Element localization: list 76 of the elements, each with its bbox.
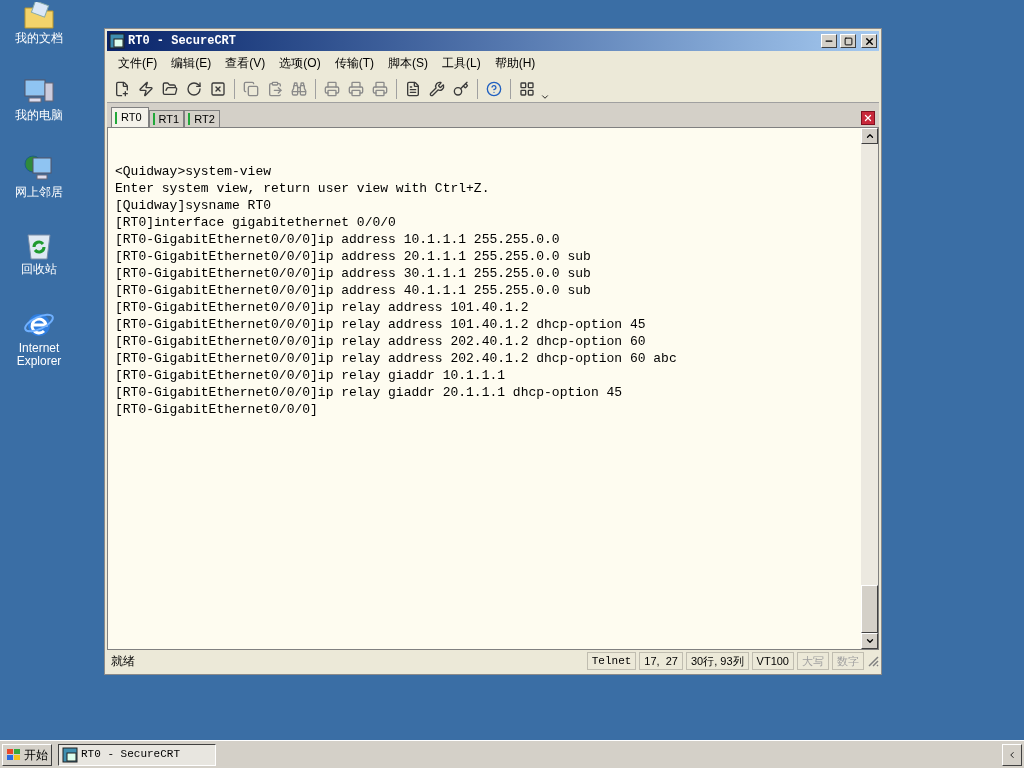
close-tab-button[interactable] xyxy=(861,111,875,125)
refresh-icon xyxy=(186,80,202,97)
key-icon xyxy=(453,80,469,97)
start-button[interactable]: 开始 xyxy=(2,743,52,766)
printer-icon xyxy=(372,80,388,97)
scroll-up-icon[interactable] xyxy=(864,131,875,141)
terminal-line: [RT0-GigabitEthernet0/0/0]ip address 20.1.1.1 255.255.0.0 sub xyxy=(115,248,592,265)
status-field: VT100 xyxy=(751,652,794,670)
vertical-scrollbar[interactable] xyxy=(861,128,878,649)
chevron-icon xyxy=(1007,749,1017,760)
new-file-icon xyxy=(114,80,130,97)
binoculars-icon xyxy=(291,80,307,97)
terminal-line: [RT0-GigabitEthernet0/0/0]ip relay giaddr 20.1.1.1 dhcp-option 45 xyxy=(115,384,624,401)
menu-item[interactable]: 编辑(E) xyxy=(166,54,217,72)
help-icon xyxy=(486,80,502,97)
status-message: 就绪 xyxy=(111,653,136,670)
scroll-down-icon[interactable] xyxy=(864,636,875,646)
grid-icon xyxy=(519,80,535,97)
terminal-line: [RT0-GigabitEthernet0/0/0]ip address 30.1.1.1 255.255.0.0 sub xyxy=(115,265,592,282)
terminal-line: [Quidway]sysname RT0 xyxy=(115,197,273,214)
window-icon xyxy=(109,33,125,49)
terminal-line: [RT0-GigabitEthernet0/0/0] xyxy=(115,401,319,418)
folder-icon xyxy=(23,2,55,30)
close-icon xyxy=(210,80,226,97)
maximize-icon xyxy=(843,36,853,46)
status-field: 17, 27 xyxy=(639,652,683,670)
session-tab[interactable]: RT0 xyxy=(111,107,149,127)
desktop-icon-label[interactable]: 我的电脑 xyxy=(7,109,71,122)
copy-icon xyxy=(243,80,259,97)
status-field: 30行, 93列 xyxy=(686,652,749,670)
terminal-line: <Quidway>system-view xyxy=(115,163,273,180)
terminal-line: [RT0-GigabitEthernet0/0/0]ip address 40.1.1.1 255.255.0.0 sub xyxy=(115,282,592,299)
recycle-bin-icon xyxy=(25,231,53,261)
terminal-line: [RT0-GigabitEthernet0/0/0]ip relay address 101.40.1.2 dhcp-option 45 xyxy=(115,316,647,333)
printer-icon xyxy=(348,80,364,97)
window-icon xyxy=(62,746,78,763)
wrench-icon xyxy=(429,80,445,97)
windows-logo-icon xyxy=(6,747,22,762)
status-field: Telnet xyxy=(586,652,637,670)
status-field: 大写 xyxy=(797,652,829,670)
desktop-icon-label[interactable]: 网上邻居 xyxy=(7,186,71,199)
terminal-line: [RT0-GigabitEthernet0/0/0]ip relay address 101.40.1.2 xyxy=(115,299,530,316)
close-icon xyxy=(863,113,873,123)
desktop-icon-label[interactable]: Internet Explorer xyxy=(7,342,71,368)
terminal-line: [RT0-GigabitEthernet0/0/0]ip relay address 202.40.1.2 dhcp-option 60 abc xyxy=(115,350,678,367)
terminal-line: [RT0]interface gigabitethernet 0/0/0 xyxy=(115,214,397,231)
maximize-button[interactable] xyxy=(840,34,856,48)
desktop-icon-label[interactable]: 回收站 xyxy=(7,263,71,276)
session-tab[interactable]: RT1 xyxy=(148,110,185,127)
resize-grip-icon[interactable] xyxy=(867,655,879,667)
menu-item[interactable]: 工具(L) xyxy=(437,54,486,72)
window-title: RT0 - SecureCRT xyxy=(128,33,237,50)
terminal-line: [RT0-GigabitEthernet0/0/0]ip relay giaddr 10.1.1.1 xyxy=(115,367,507,384)
terminal-line: [RT0-GigabitEthernet0/0/0]ip relay address 202.40.1.2 dhcp-option 60 xyxy=(115,333,647,350)
session-tab[interactable]: RT2 xyxy=(184,110,220,127)
printer-icon xyxy=(324,80,340,97)
menu-item[interactable]: 脚本(S) xyxy=(383,54,433,72)
minimize-button[interactable] xyxy=(821,34,837,48)
folder-icon xyxy=(162,80,178,97)
status-field: 数字 xyxy=(832,652,864,670)
menu-item[interactable]: 查看(V) xyxy=(220,54,271,72)
scroll-thumb[interactable] xyxy=(861,585,878,633)
terminal-line: Enter system view, return user view with Ctrl+Z. xyxy=(115,180,491,197)
paste-icon xyxy=(267,80,283,97)
close-button[interactable] xyxy=(861,34,877,48)
expand-tray-button[interactable] xyxy=(1002,743,1022,766)
document-icon xyxy=(405,80,421,97)
menu-item[interactable]: 帮助(H) xyxy=(489,54,541,72)
menu-item[interactable]: 文件(F) xyxy=(113,54,163,72)
desktop-icon-label[interactable]: 我的文档 xyxy=(7,32,71,45)
close-icon xyxy=(863,35,875,47)
lightning-icon xyxy=(138,80,154,97)
terminal-line: [RT0-GigabitEthernet0/0/0]ip address 10.1.1.1 255.255.0.0 xyxy=(115,231,561,248)
taskbar-button[interactable]: RT0 - SecureCRT xyxy=(58,743,216,766)
menu-item[interactable]: 传输(T) xyxy=(329,54,379,72)
menu-item[interactable]: 选项(O) xyxy=(274,54,326,72)
